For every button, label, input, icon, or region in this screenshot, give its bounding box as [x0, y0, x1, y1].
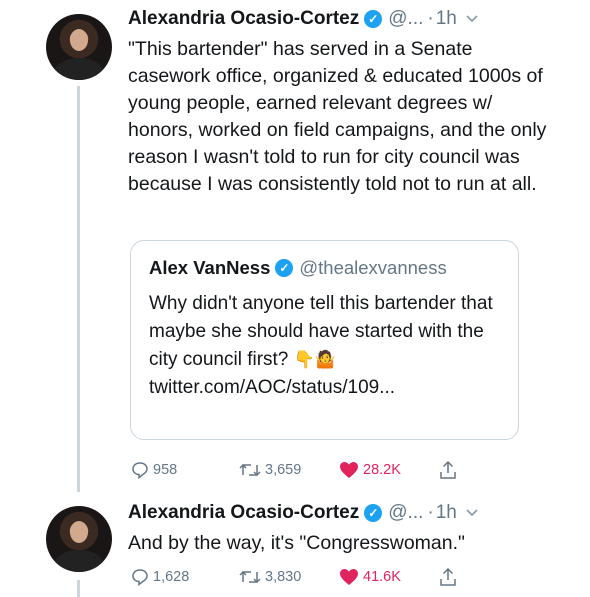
retweet-button[interactable]: 3,659: [239, 461, 301, 479]
author-handle[interactable]: @...: [388, 502, 423, 524]
quoted-author-handle: @thealexvanness: [299, 257, 447, 278]
timestamp[interactable]: 1h: [436, 502, 457, 524]
quoted-author-name: Alex VanNess: [149, 257, 271, 278]
tweet-text: "This bartender" has served in a Senate …: [128, 38, 547, 195]
quoted-tweet[interactable]: Alex VanNess ✓ @thealexvanness Why didn'…: [130, 240, 519, 440]
thread-line: [77, 86, 80, 492]
share-icon: [440, 567, 456, 586]
reply-count: 958: [153, 462, 178, 478]
heart-icon: [340, 569, 358, 585]
reply-button[interactable]: 1,628: [131, 568, 189, 586]
quoted-link[interactable]: twitter.com/AOC/status/109...: [149, 377, 395, 398]
retweet-count: 3,659: [265, 462, 302, 478]
quoted-tweet-text: Why didn't anyone tell this bartender th…: [149, 290, 509, 402]
avatar[interactable]: [46, 506, 112, 572]
tweet-header: Alexandria Ocasio-Cortez ✓ @... · 1h: [128, 6, 479, 32]
tweet-text: And by the way, it's "Congresswoman.": [128, 532, 465, 554]
like-button[interactable]: 41.6K: [339, 568, 401, 586]
tweet[interactable]: Alexandria Ocasio-Cortez ✓ @... · 1h And…: [0, 492, 590, 597]
tweet[interactable]: Alexandria Ocasio-Cortez ✓ @... · 1h "Th…: [0, 0, 590, 492]
separator: ·: [427, 502, 434, 523]
verified-badge-icon: ✓: [364, 504, 383, 522]
emoji-pointing-shrug: 👇🤷: [293, 350, 336, 369]
reply-icon: [132, 569, 148, 586]
avatar[interactable]: [46, 14, 112, 80]
quoted-tweet-header: Alex VanNess ✓ @thealexvanness: [149, 257, 447, 279]
share-icon: [440, 460, 456, 479]
tweet-header: Alexandria Ocasio-Cortez ✓ @... · 1h: [128, 500, 479, 526]
author-handle[interactable]: @...: [388, 8, 423, 30]
timestamp[interactable]: 1h: [436, 8, 457, 30]
reply-icon: [132, 462, 148, 479]
heart-icon: [340, 462, 358, 478]
thread-line: [77, 580, 80, 597]
separator: ·: [427, 8, 434, 29]
reply-button[interactable]: 958: [131, 461, 177, 479]
chevron-down-icon[interactable]: [465, 11, 479, 27]
like-button[interactable]: 28.2K: [339, 461, 401, 479]
share-button[interactable]: [439, 567, 461, 587]
verified-badge-icon: ✓: [364, 10, 383, 28]
reply-count: 1,628: [153, 569, 190, 585]
retweet-icon: [239, 463, 261, 477]
like-count: 41.6K: [363, 569, 401, 585]
retweet-button[interactable]: 3,830: [239, 568, 301, 586]
share-button[interactable]: [439, 460, 461, 480]
author-name[interactable]: Alexandria Ocasio-Cortez: [128, 502, 359, 524]
verified-badge-icon: ✓: [275, 259, 294, 277]
like-count: 28.2K: [363, 462, 401, 478]
chevron-down-icon[interactable]: [465, 505, 479, 521]
retweet-count: 3,830: [265, 569, 302, 585]
retweet-icon: [239, 570, 261, 584]
author-name[interactable]: Alexandria Ocasio-Cortez: [128, 8, 359, 30]
